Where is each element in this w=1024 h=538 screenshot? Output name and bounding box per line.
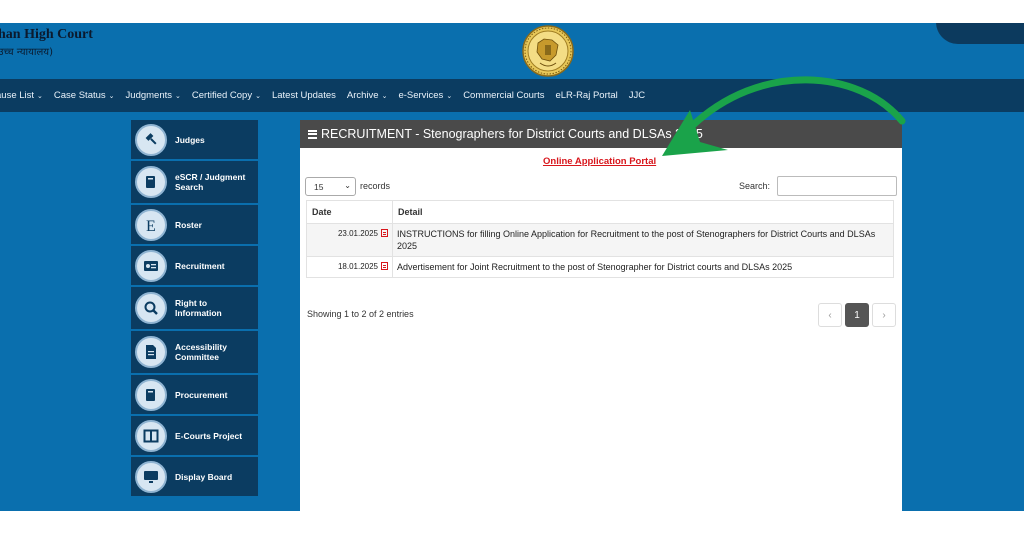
nav-item-0[interactable]: ause List⌄ bbox=[0, 90, 43, 101]
sidebar-item-label: Judges bbox=[175, 134, 205, 145]
court-emblem-icon[interactable] bbox=[520, 25, 576, 77]
quick-links-sidebar: Judges eSCR / Judgment Search E Roster Recru… bbox=[131, 120, 258, 498]
panel-header: RECRUITMENT - Stenographers for District… bbox=[300, 120, 902, 148]
detail-cell[interactable]: INSTRUCTIONS for filling Online Applicat… bbox=[392, 223, 894, 257]
table-header-row: Date Detail bbox=[306, 200, 894, 224]
sidebar-item-roster[interactable]: E Roster bbox=[131, 205, 258, 246]
nav-item-1[interactable]: Case Status ⌄ bbox=[54, 90, 115, 101]
nav-item-8[interactable]: eLR-Raj Portal bbox=[555, 90, 617, 101]
nav-item-label: eLR-Raj Portal bbox=[555, 90, 618, 101]
letter-e-icon: E bbox=[135, 208, 167, 241]
next-page-button[interactable]: › bbox=[872, 303, 896, 327]
page: han High Court उच्च न्यायालय) ause List⌄… bbox=[0, 0, 1024, 538]
book-icon bbox=[135, 166, 167, 198]
nav-item-5[interactable]: Archive ⌄ bbox=[347, 90, 388, 101]
nav-item-9[interactable]: JJC bbox=[629, 90, 645, 101]
site-header: han High Court उच्च न्यायालय) bbox=[0, 23, 1024, 79]
search-input[interactable] bbox=[777, 176, 897, 196]
online-application-portal-link[interactable]: Online Application Portal bbox=[543, 156, 656, 167]
sidebar-item-label: Procurement bbox=[175, 389, 228, 400]
date-cell: 23.01.2025 bbox=[306, 223, 393, 257]
sidebar-item-label: Right to Information bbox=[175, 298, 222, 318]
pdf-icon[interactable] bbox=[381, 262, 388, 270]
svg-text:E: E bbox=[146, 218, 156, 233]
page-1-button[interactable]: 1 bbox=[845, 303, 869, 327]
entries-info: Showing 1 to 2 of 2 entries bbox=[307, 309, 414, 319]
chevron-down-icon: ⌄ bbox=[108, 92, 115, 100]
nav-item-label: Certified Copy bbox=[191, 90, 253, 101]
nav-item-6[interactable]: e-Services ⌄ bbox=[398, 90, 452, 101]
document-icon bbox=[135, 336, 167, 368]
records-per-page-select[interactable]: 15 ⌄ bbox=[305, 177, 356, 196]
gavel-icon bbox=[135, 123, 167, 156]
sidebar-item-display-board[interactable]: Display Board bbox=[131, 457, 258, 498]
nav-item-label: Judgments bbox=[125, 90, 173, 101]
recruitment-table: Date Detail 23.01.2025 INSTRUCTIONS for f… bbox=[306, 200, 894, 278]
sidebar-item-label: Roster bbox=[175, 219, 202, 230]
nav-item-label: e-Services bbox=[398, 90, 444, 101]
nav-item-label: ause List bbox=[0, 90, 35, 101]
sidebar-item-e-courts-project[interactable]: E-Courts Project bbox=[131, 416, 258, 457]
date-value: 23.01.2025 bbox=[337, 229, 378, 238]
chevron-down-icon: ⌄ bbox=[446, 92, 453, 100]
sidebar-item-procurement[interactable]: Procurement bbox=[131, 375, 258, 416]
search-icon bbox=[135, 292, 167, 324]
chevron-down-icon: ⌄ bbox=[255, 92, 261, 100]
sidebar-item-recruitment[interactable]: Recruitment bbox=[131, 246, 258, 287]
nav-item-3[interactable]: Certified Copy ⌄ bbox=[192, 90, 261, 101]
main-navbar: ause List⌄Case Status⌄Judgments⌄Certifie… bbox=[0, 79, 1024, 112]
nav-item-label: JJC bbox=[628, 90, 646, 101]
chevron-down-icon: ⌄ bbox=[344, 181, 351, 190]
header-corner-tab bbox=[936, 23, 1024, 44]
pdf-icon[interactable] bbox=[381, 229, 388, 237]
nav-item-label: Archive bbox=[346, 90, 379, 101]
chevron-down-icon: ⌄ bbox=[381, 92, 388, 100]
court-name: han High Court bbox=[0, 27, 93, 42]
table-row: 18.01.2025 Advertisement for Joint Recrui… bbox=[306, 256, 894, 278]
nav-item-7[interactable]: Commercial Courts bbox=[463, 90, 544, 101]
court-name-hindi: उच्च न्यायालय) bbox=[0, 47, 53, 58]
nav-item-label: Latest Updates bbox=[271, 90, 336, 101]
panel-title: RECRUITMENT - Stenographers for District… bbox=[321, 127, 703, 141]
list-icon bbox=[308, 128, 317, 140]
chevron-down-icon: ⌄ bbox=[37, 92, 43, 100]
nav-item-4[interactable]: Latest Updates bbox=[272, 90, 336, 101]
nav-item-2[interactable]: Judgments ⌄ bbox=[126, 90, 181, 101]
id-card-icon bbox=[135, 249, 167, 282]
sidebar-item-judges[interactable]: Judges bbox=[131, 120, 258, 161]
column-header-detail[interactable]: Detail bbox=[392, 200, 894, 224]
chevron-down-icon: ⌄ bbox=[175, 92, 181, 100]
detail-cell[interactable]: Advertisement for Joint Recruitment to t… bbox=[392, 256, 894, 278]
column-header-date[interactable]: Date bbox=[306, 200, 393, 224]
columns-icon bbox=[135, 419, 167, 452]
date-value: 18.01.2025 bbox=[337, 262, 378, 271]
book-icon bbox=[135, 378, 167, 411]
previous-page-button[interactable]: ‹ bbox=[818, 303, 842, 327]
monitor-icon bbox=[135, 460, 167, 493]
search-label: Search: bbox=[739, 181, 771, 191]
sidebar-item-label: Recruitment bbox=[175, 260, 225, 271]
sidebar-item-escr-judgment-search[interactable]: eSCR / Judgment Search bbox=[131, 161, 258, 205]
sidebar-item-label: eSCR / Judgment Search bbox=[175, 172, 246, 192]
sidebar-item-label: Display Board bbox=[175, 471, 233, 482]
records-per-page-value: 15 bbox=[314, 181, 324, 192]
date-cell: 18.01.2025 bbox=[306, 256, 393, 278]
nav-item-label: Commercial Courts bbox=[463, 90, 545, 101]
sidebar-item-label: Accessibility Committee bbox=[175, 342, 227, 362]
records-label: records bbox=[360, 181, 391, 191]
website-viewport: han High Court उच्च न्यायालय) ause List⌄… bbox=[0, 23, 1024, 511]
nav-item-label: Case Status bbox=[53, 90, 106, 101]
sidebar-item-label: E-Courts Project bbox=[175, 430, 243, 441]
table-row: 23.01.2025 INSTRUCTIONS for filling Onlin… bbox=[306, 223, 894, 257]
sidebar-item-right-to-information[interactable]: Right to Information bbox=[131, 287, 258, 331]
recruitment-panel: RECRUITMENT - Stenographers for District… bbox=[300, 120, 902, 511]
sidebar-item-accessibility-committee[interactable]: Accessibility Committee bbox=[131, 331, 258, 375]
pagination: ‹ 1 › bbox=[815, 303, 896, 327]
